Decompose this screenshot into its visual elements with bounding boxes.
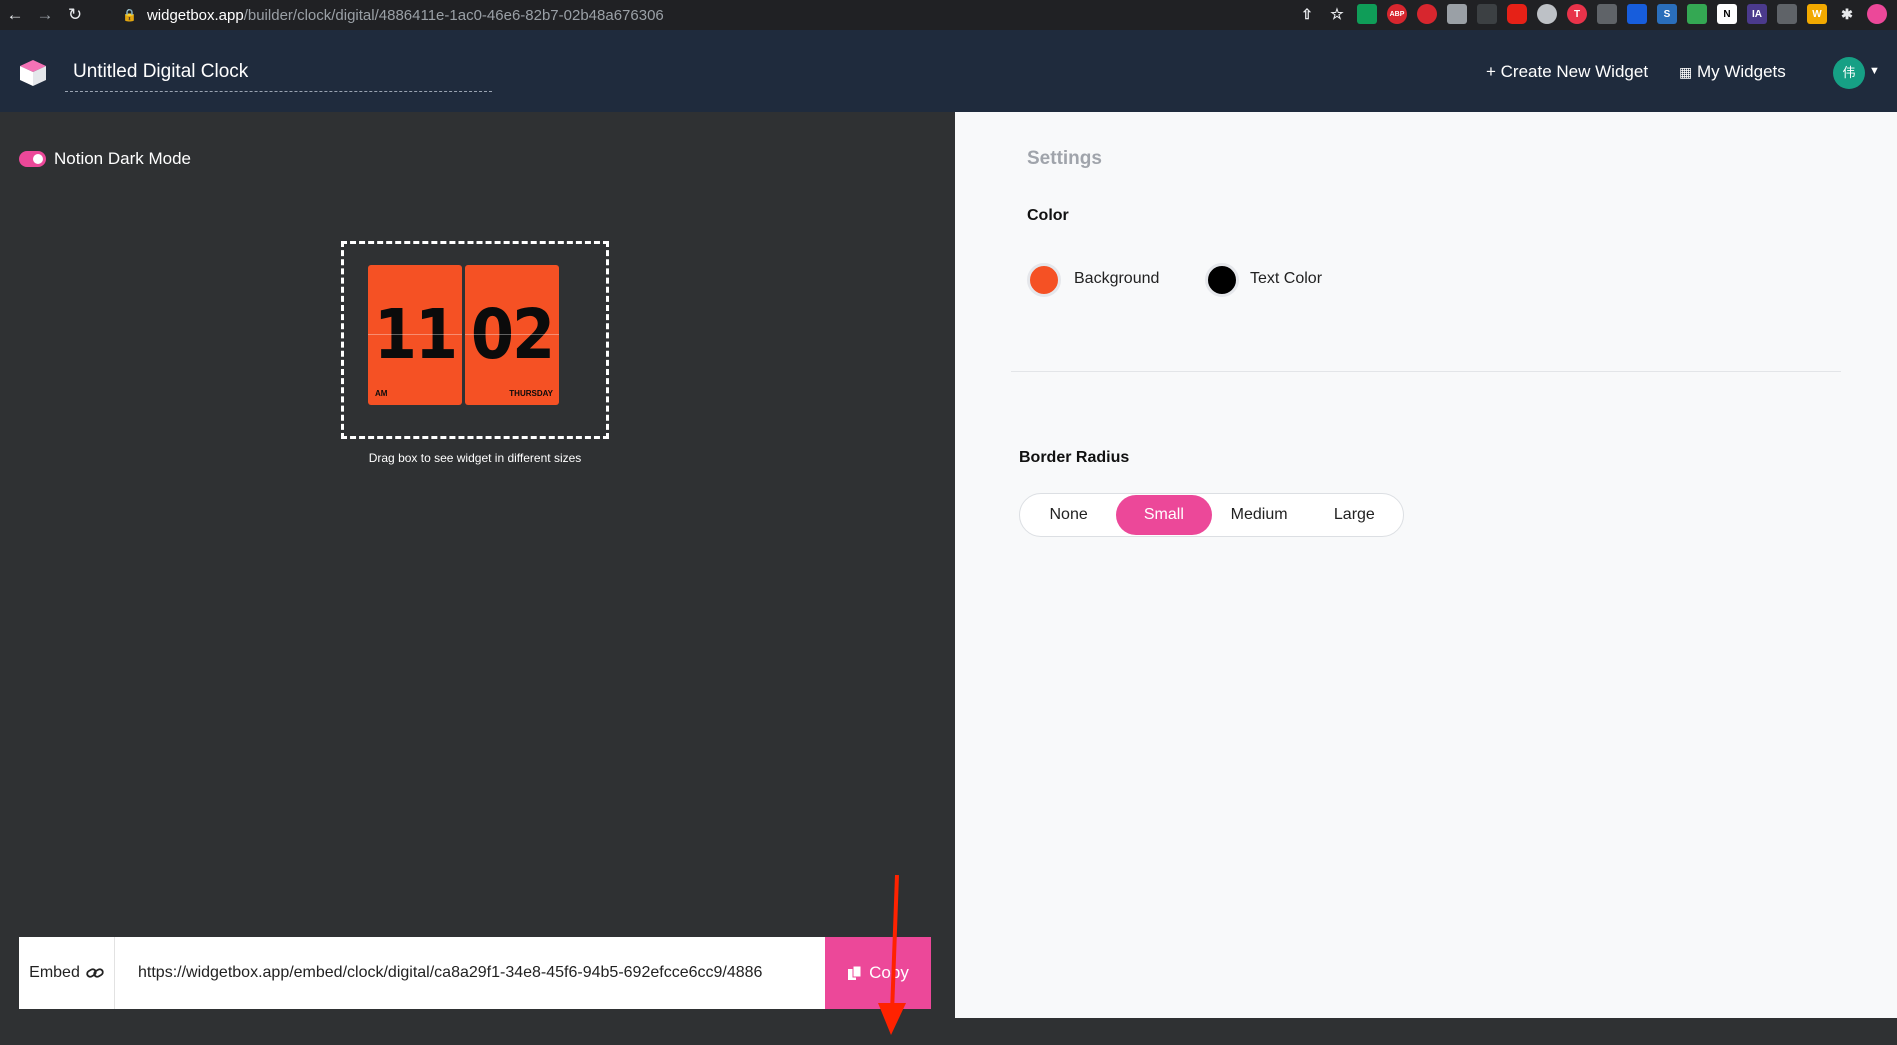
profile-icon[interactable] [1867, 4, 1887, 24]
radius-option-small[interactable]: Small [1116, 495, 1212, 535]
extension-ia-icon[interactable]: IA [1747, 4, 1767, 24]
extensions-puzzle-icon[interactable]: ✱ [1837, 4, 1857, 24]
color-section-title: Color [1027, 207, 1069, 224]
annotation-arrow [878, 875, 906, 1035]
extension-youtube-icon[interactable] [1507, 4, 1527, 24]
dark-mode-label: Notion Dark Mode [54, 149, 192, 168]
background-color-label: Background [1074, 270, 1160, 287]
clock-hour-card: 11 AM [368, 265, 462, 405]
extension-hand-icon[interactable] [1417, 4, 1437, 24]
widgetbox-logo-icon[interactable] [18, 58, 48, 88]
my-widgets-label: My Widgets [1696, 62, 1786, 81]
drag-hint: Drag box to see widget in different size… [368, 451, 582, 465]
bookmark-star-icon[interactable]: ☆ [1327, 4, 1347, 24]
text-color-swatch[interactable] [1205, 263, 1239, 297]
settings-title: Settings [1027, 148, 1102, 169]
flip-divider [465, 334, 559, 335]
preview-panel: Notion Dark Mode 11 AM 02 THURSDAY Drag … [0, 112, 955, 1035]
extension-notion-icon[interactable]: N [1717, 4, 1737, 24]
extension-sheets-icon[interactable] [1357, 4, 1377, 24]
text-color-label: Text Color [1250, 270, 1323, 287]
share-icon[interactable]: ⇧ [1297, 4, 1317, 24]
flip-divider [368, 334, 462, 335]
reload-icon[interactable]: ↻ [60, 0, 90, 30]
lock-icon: 🔒 [122, 8, 137, 22]
toggle-knob [33, 154, 43, 164]
extension-drive-icon[interactable] [1687, 4, 1707, 24]
radius-option-none[interactable]: None [1021, 495, 1116, 535]
chevron-down-icon[interactable]: ▼ [1869, 65, 1880, 77]
grid-icon: ▦ [1679, 64, 1693, 80]
address-bar[interactable]: 🔒 widgetbox.app/builder/clock/digital/48… [122, 0, 664, 30]
app-header: Untitled Digital Clock + Create New Widg… [0, 30, 1897, 112]
url-domain: widgetbox.app [146, 6, 244, 24]
link-icon [86, 968, 104, 978]
extension-bitwarden-icon[interactable] [1627, 4, 1647, 24]
clock-period: AM [375, 389, 388, 398]
dark-mode-toggle[interactable] [19, 151, 46, 167]
back-icon[interactable]: ← [0, 0, 30, 30]
widget-title-input[interactable]: Untitled Digital Clock [65, 52, 492, 92]
embed-url-field[interactable]: https://widgetbox.app/embed/clock/digita… [115, 937, 825, 1009]
extension-abp-icon[interactable]: ABP [1387, 4, 1407, 24]
embed-bar: Embed https://widgetbox.app/embed/clock/… [19, 937, 931, 1009]
browser-toolbar: ← → ↻ 🔒 widgetbox.app/builder/clock/digi… [0, 0, 1897, 30]
copy-icon [848, 965, 862, 980]
embed-label-cell: Embed [19, 937, 115, 1009]
border-radius-selector: None Small Medium Large [1019, 493, 1404, 537]
extension-download-icon[interactable] [1447, 4, 1467, 24]
extension-pen-icon[interactable] [1477, 4, 1497, 24]
my-widgets-link[interactable]: ▦ My Widgets [1679, 60, 1786, 84]
radius-option-medium[interactable]: Medium [1212, 495, 1307, 535]
extension-doc-icon[interactable] [1597, 4, 1617, 24]
extension-t-icon[interactable]: T [1567, 4, 1587, 24]
clock-day: THURSDAY [509, 389, 553, 398]
clock-minute-card: 02 THURSDAY [465, 265, 559, 405]
forward-icon[interactable]: → [30, 0, 60, 30]
extension-w-icon[interactable]: W [1807, 4, 1827, 24]
url-path: /builder/clock/digital/4886411e-1ac0-46e… [243, 6, 664, 24]
create-new-widget-link[interactable]: + Create New Widget [1486, 60, 1648, 84]
extension-web-icon[interactable] [1537, 4, 1557, 24]
background-color-swatch[interactable] [1027, 263, 1061, 297]
radius-option-large[interactable]: Large [1307, 495, 1402, 535]
embed-label: Embed [29, 964, 80, 981]
section-divider [1011, 371, 1841, 372]
settings-panel: Settings Color Background Text Color Bor… [955, 112, 1897, 1018]
widget-resize-box[interactable]: 11 AM 02 THURSDAY [341, 241, 609, 439]
border-radius-title: Border Radius [1019, 449, 1130, 466]
extension-cursor-icon[interactable] [1777, 4, 1797, 24]
extension-s-icon[interactable]: S [1657, 4, 1677, 24]
avatar[interactable]: 伟 [1833, 57, 1865, 89]
extension-icons: ⇧ ☆ ABP T S N IA W ✱ [1297, 4, 1887, 24]
